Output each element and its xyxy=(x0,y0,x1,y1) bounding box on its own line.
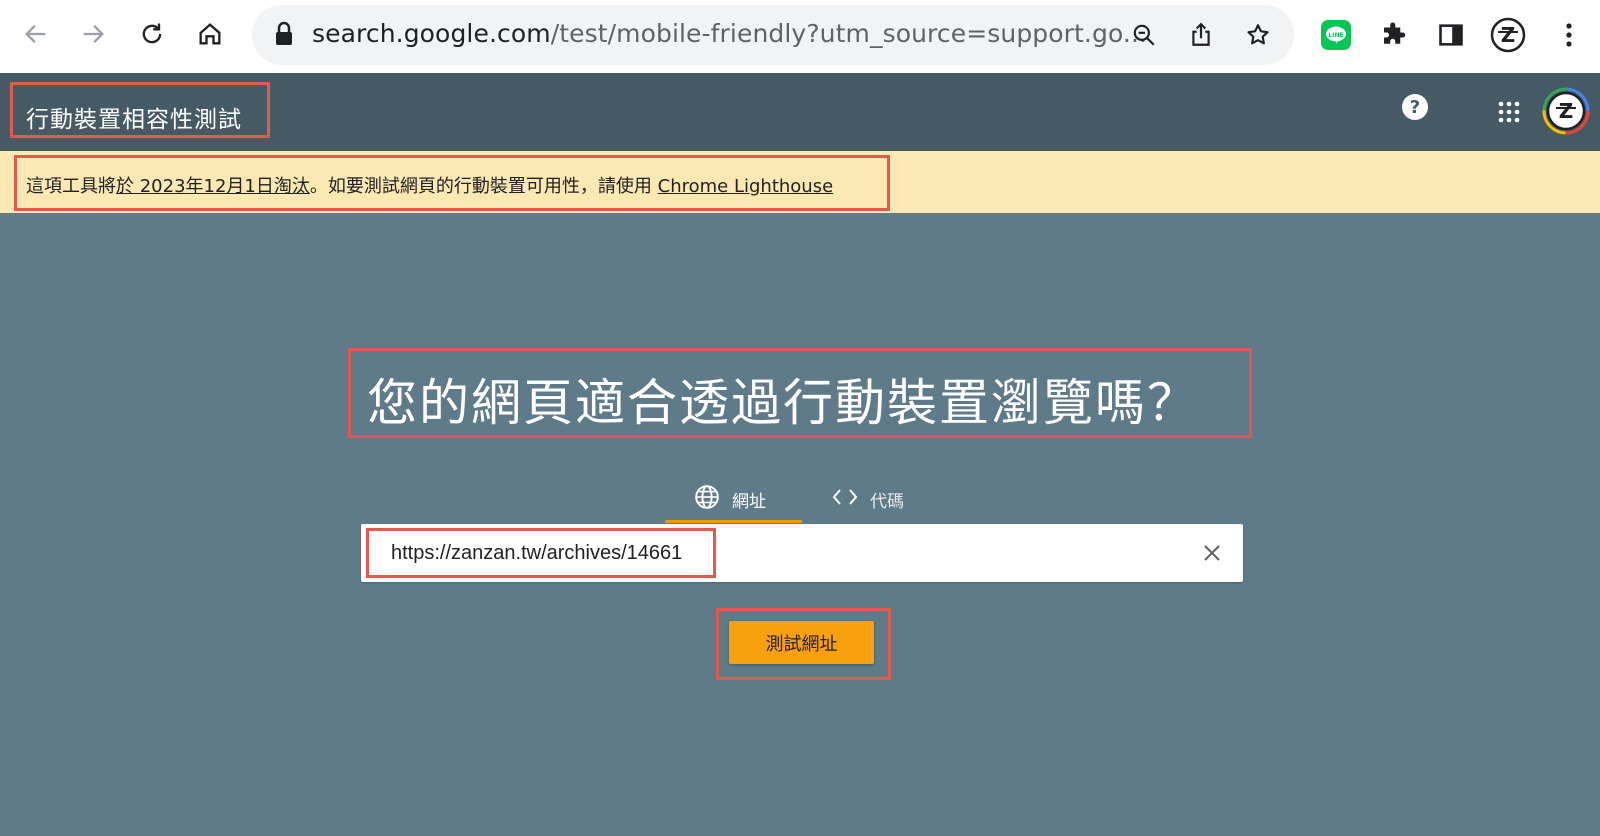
menu-kebab-icon[interactable] xyxy=(1551,17,1587,53)
profile-avatar-icon[interactable]: Z xyxy=(1490,17,1526,53)
highlight-box-banner xyxy=(14,155,890,211)
tab-url-label: 網址 xyxy=(732,491,766,512)
home-icon[interactable] xyxy=(190,14,230,54)
help-symbol: ? xyxy=(1409,96,1421,118)
svg-text:Z: Z xyxy=(1501,23,1516,47)
url-host: search.google.com xyxy=(312,19,551,48)
side-panel-icon[interactable] xyxy=(1433,17,1469,53)
line-extension-icon[interactable]: LINE xyxy=(1318,17,1354,53)
clear-icon[interactable] xyxy=(1197,538,1227,568)
svg-text:Z: Z xyxy=(1559,99,1574,123)
highlight-box-button xyxy=(716,608,891,680)
globe-icon xyxy=(694,484,720,515)
svg-text:LINE: LINE xyxy=(1328,32,1343,39)
extensions-puzzle-icon[interactable] xyxy=(1376,17,1412,53)
code-icon xyxy=(832,487,858,512)
help-icon[interactable]: ? xyxy=(1402,94,1428,120)
highlight-box-url xyxy=(366,528,716,578)
tab-code-label: 代碼 xyxy=(870,491,904,512)
lock-icon[interactable] xyxy=(274,21,294,51)
bookmark-star-icon[interactable] xyxy=(1242,19,1274,51)
address-bar[interactable]: search.google.com/test/mobile-friendly?u… xyxy=(252,5,1294,65)
browser-toolbar: search.google.com/test/mobile-friendly?u… xyxy=(0,0,1600,73)
account-avatar[interactable]: Z xyxy=(1542,87,1590,135)
tab-url[interactable]: 網址 xyxy=(694,476,766,522)
back-icon[interactable] xyxy=(16,14,56,54)
active-tab-indicator xyxy=(665,520,802,523)
share-icon[interactable] xyxy=(1185,19,1217,51)
url-text[interactable]: search.google.com/test/mobile-friendly?u… xyxy=(312,19,1147,48)
zoom-icon[interactable] xyxy=(1128,19,1160,51)
tab-code[interactable]: 代碼 xyxy=(832,476,904,522)
highlight-box-title xyxy=(10,82,270,138)
url-path: /test/mobile-friendly?utm_source=support… xyxy=(550,19,1148,48)
highlight-box-heading xyxy=(348,348,1252,438)
apps-grid-icon[interactable] xyxy=(1498,101,1520,123)
reload-icon[interactable] xyxy=(132,14,172,54)
forward-icon[interactable] xyxy=(73,14,113,54)
